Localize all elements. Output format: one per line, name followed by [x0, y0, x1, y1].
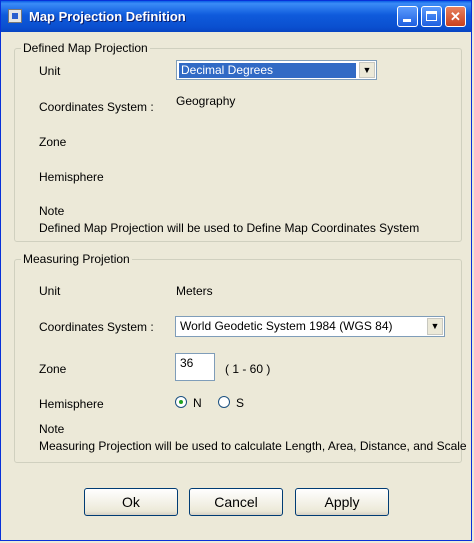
defined-zone-label: Zone: [39, 135, 67, 149]
window-title: Map Projection Definition: [29, 9, 186, 24]
defined-projection-group: Defined Map Projection Unit Decimal Degr…: [14, 41, 462, 242]
defined-group-legend: Defined Map Projection: [21, 41, 150, 55]
measuring-zone-label: Zone: [39, 362, 67, 376]
zone-range-hint: ( 1 - 60 ): [225, 362, 271, 376]
minimize-button[interactable]: [397, 6, 418, 27]
defined-note-label: Note: [39, 204, 65, 218]
hemisphere-south-label[interactable]: S: [236, 396, 244, 410]
zone-input[interactable]: 36: [175, 353, 215, 381]
measuring-group-legend: Measuring Projetion: [21, 252, 132, 266]
defined-note-text: Defined Map Projection will be used to D…: [39, 221, 420, 235]
hemisphere-north-label[interactable]: N: [193, 396, 202, 410]
chevron-down-icon[interactable]: ▼: [359, 62, 375, 78]
hemisphere-south-radio[interactable]: [218, 396, 230, 408]
measuring-unit-label: Unit: [39, 284, 61, 298]
close-button[interactable]: ✕: [445, 6, 466, 27]
measuring-coords-value: World Geodetic System 1984 (WGS 84): [180, 319, 393, 333]
map-projection-dialog: Map Projection Definition ✕ Defined Map …: [0, 0, 472, 541]
measuring-note-text: Measuring Projection will be used to cal…: [39, 439, 467, 453]
defined-coords-value: Geography: [176, 94, 236, 108]
measuring-projection-group: Measuring Projetion Unit Meters Coordina…: [14, 252, 467, 463]
cancel-button[interactable]: Cancel: [189, 488, 283, 516]
maximize-button[interactable]: [421, 6, 442, 27]
defined-coords-label: Coordinates System :: [39, 100, 154, 114]
measuring-note-label: Note: [39, 422, 65, 436]
defined-unit-value: Decimal Degrees: [179, 63, 356, 78]
defined-unit-label: Unit: [39, 64, 61, 78]
measuring-coords-label: Coordinates System :: [39, 320, 154, 334]
defined-hemisphere-label: Hemisphere: [39, 170, 104, 184]
hemisphere-north-radio[interactable]: [175, 396, 187, 408]
app-icon: [8, 9, 22, 23]
measuring-hemisphere-label: Hemisphere: [39, 397, 104, 411]
apply-button[interactable]: Apply: [295, 488, 389, 516]
measuring-coords-select[interactable]: World Geodetic System 1984 (WGS 84) ▼: [175, 316, 445, 337]
defined-unit-select[interactable]: Decimal Degrees ▼: [176, 60, 377, 80]
ok-button[interactable]: Ok: [84, 488, 178, 516]
measuring-unit-value: Meters: [176, 284, 213, 298]
title-bar[interactable]: Map Projection Definition ✕: [1, 1, 471, 32]
chevron-down-icon[interactable]: ▼: [427, 318, 443, 335]
